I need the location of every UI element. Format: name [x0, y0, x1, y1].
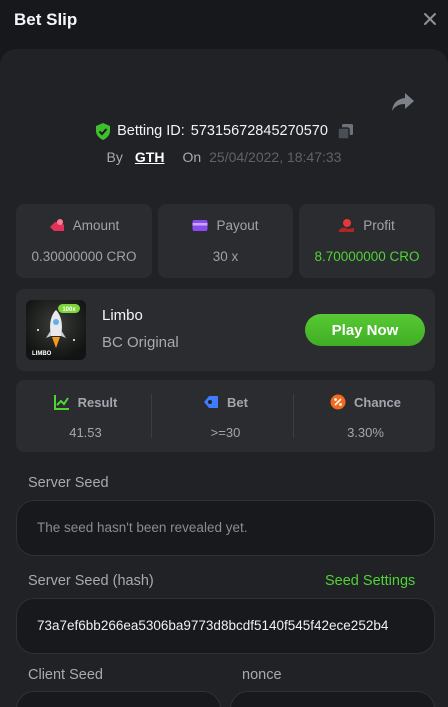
bet-meta-line: By GTH On 25/04/2022, 18:47:33 — [0, 147, 448, 167]
server-seed-field[interactable]: The seed hasn't been revealed yet. — [16, 500, 435, 556]
dialog-title: Bet Slip — [14, 10, 78, 29]
game-card: 100x LIMBO Limbo BC Original Play Now — [16, 289, 435, 371]
thumb-label: LIMBO — [32, 351, 52, 357]
profit-value: 8.70000000 CRO — [314, 249, 420, 264]
payout-label: Payout — [216, 218, 259, 233]
limbo-thumbnail[interactable]: 100x LIMBO — [26, 300, 86, 360]
profit-icon — [339, 219, 355, 232]
profit-card: Profit 8.70000000 CRO — [299, 204, 435, 278]
divider — [151, 394, 152, 438]
user-link[interactable]: GTH — [135, 149, 165, 165]
payout-icon — [192, 220, 208, 231]
game-subtitle: BC Original — [102, 334, 179, 351]
amount-value: 0.30000000 CRO — [31, 249, 137, 264]
server-seed-label: Server Seed — [28, 475, 109, 491]
share-icon[interactable] — [391, 92, 415, 112]
amount-icon — [49, 219, 64, 231]
result-panel: Result 41.53 Bet >=30 Chance 3.30% — [16, 380, 435, 452]
payout-card: Payout 30 x — [158, 204, 293, 278]
bet-value: >=30 — [210, 425, 241, 440]
chance-label: Chance — [354, 394, 401, 410]
percent-icon — [330, 394, 346, 410]
result-value: 41.53 — [69, 425, 102, 440]
server-seed-hash-field[interactable]: 73a7ef6bb266ea5306ba9773d8bcdf5140f545f4… — [16, 598, 435, 654]
bet-datetime: 25/04/2022, 18:47:33 — [209, 149, 342, 165]
betting-id-value: 57315672845270570 — [190, 123, 328, 139]
divider — [293, 394, 294, 438]
close-icon[interactable] — [422, 11, 438, 27]
server-seed-hash-value: 73a7ef6bb266ea5306ba9773d8bcdf5140f545f4… — [37, 618, 389, 633]
chart-icon — [53, 395, 69, 410]
client-seed-label: Client Seed — [28, 667, 103, 683]
amount-label: Amount — [72, 218, 120, 233]
thumb-badge: 100x — [62, 307, 76, 313]
by-label: By — [106, 149, 123, 165]
client-seed-field[interactable] — [16, 691, 221, 707]
chance-value: 3.30% — [347, 425, 384, 440]
amount-card: Amount 0.30000000 CRO — [16, 204, 152, 278]
tag-icon — [204, 396, 219, 408]
on-label: On — [182, 149, 202, 165]
bet-label: Bet — [227, 394, 248, 410]
betting-id-line: Betting ID: 57315672845270570 — [0, 121, 448, 141]
profit-label: Profit — [363, 218, 395, 233]
result-column: Result 41.53 — [16, 380, 155, 452]
play-now-button[interactable]: Play Now — [305, 314, 425, 346]
payout-value: 30 x — [212, 249, 239, 264]
shield-check-icon — [96, 122, 111, 140]
copy-icon[interactable] — [337, 123, 353, 139]
result-label: Result — [77, 394, 118, 410]
betting-id-label: Betting ID: — [117, 123, 185, 139]
server-seed-hash-label: Server Seed (hash) — [28, 573, 154, 589]
bet-column: Bet >=30 — [156, 380, 295, 452]
nonce-label: nonce — [242, 667, 282, 683]
seed-settings-link[interactable]: Seed Settings — [325, 573, 415, 589]
game-name: Limbo — [102, 307, 143, 324]
server-seed-value: The seed hasn't been revealed yet. — [37, 520, 248, 535]
nonce-field[interactable] — [230, 691, 435, 707]
chance-column: Chance 3.30% — [296, 380, 435, 452]
header: Bet Slip — [0, 0, 448, 40]
